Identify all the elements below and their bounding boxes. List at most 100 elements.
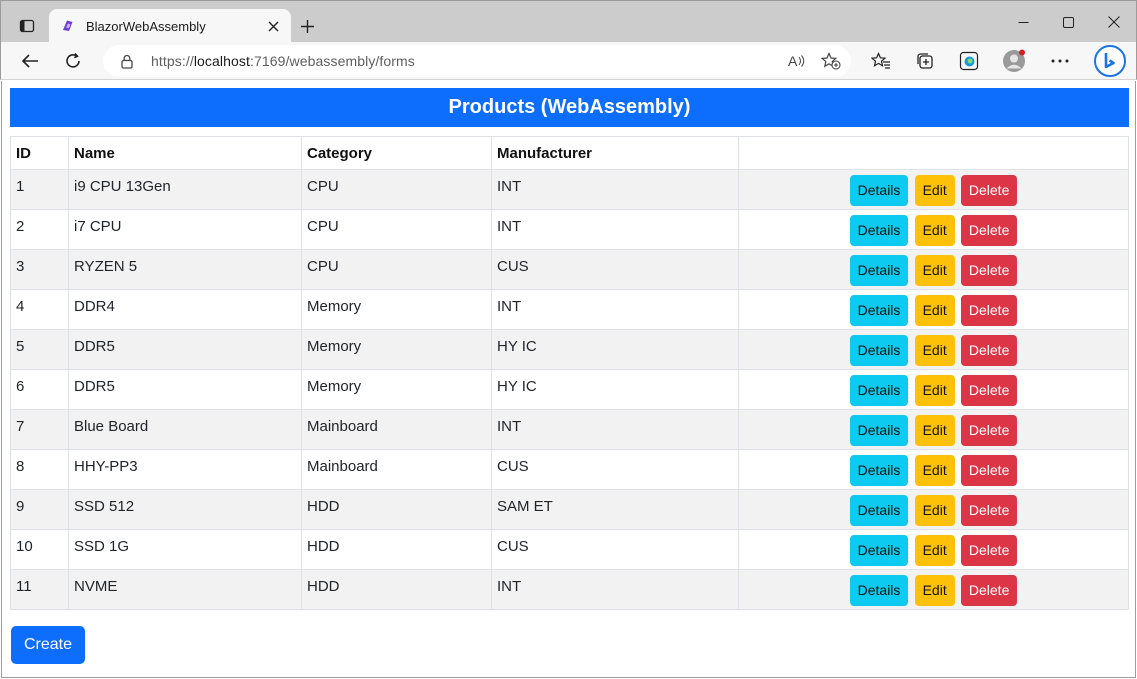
details-button[interactable]: Details [849,415,909,446]
url-text[interactable]: https://localhost:7169/webassembly/forms [151,53,783,69]
product-name: HHY-PP3 [68,449,302,490]
table-row: 8 HHY-PP3 Mainboard CUS Details Edit Delete [10,449,1129,490]
window-close-icon[interactable] [1091,5,1137,39]
delete-button[interactable]: Delete [960,575,1018,606]
address-bar[interactable]: https://localhost:7169/webassembly/forms… [103,45,851,77]
product-manufacturer: HY IC [491,329,739,370]
product-category: CPU [301,249,492,290]
collections-icon[interactable] [910,46,940,76]
product-id: 4 [10,289,69,330]
product-manufacturer: INT [491,169,739,210]
profile-icon[interactable] [999,46,1029,76]
close-icon[interactable] [259,12,287,40]
edit-button[interactable]: Edit [914,375,955,406]
edge-icon[interactable] [954,46,984,76]
edit-button[interactable]: Edit [914,575,955,606]
details-button[interactable]: Details [849,455,909,486]
maximize-icon[interactable] [1045,5,1091,39]
create-button[interactable]: Create [11,626,86,664]
product-manufacturer: HY IC [491,369,739,410]
column-header-category: Category [301,136,492,170]
product-category: Mainboard [301,409,492,450]
delete-button[interactable]: Delete [960,535,1018,566]
product-id: 1 [10,169,69,210]
edit-button[interactable]: Edit [914,175,955,206]
delete-button[interactable]: Delete [960,295,1018,326]
edit-button[interactable]: Edit [914,535,955,566]
edit-button[interactable]: Edit [914,495,955,526]
product-category: Memory [301,369,492,410]
product-actions: Details Edit Delete [738,329,1129,370]
edit-button[interactable]: Edit [914,255,955,286]
product-actions: Details Edit Delete [738,409,1129,450]
product-actions: Details Edit Delete [738,169,1129,210]
details-button[interactable]: Details [849,295,909,326]
back-icon[interactable] [15,46,45,76]
product-id: 9 [10,489,69,530]
delete-button[interactable]: Delete [960,415,1018,446]
delete-button[interactable]: Delete [960,495,1018,526]
tab-actions-icon[interactable] [10,10,44,42]
page-content: Products (WebAssembly) ID Name Category … [1,81,1136,678]
browser-tab[interactable]: BlazorWebAssembly [49,9,291,43]
product-name: NVME [68,569,302,610]
product-id: 2 [10,209,69,250]
table-row: 11 NVME HDD INT Details Edit Delete [10,569,1129,610]
product-category: HDD [301,569,492,610]
delete-button[interactable]: Delete [960,215,1018,246]
product-category: Memory [301,329,492,370]
more-icon[interactable] [1045,46,1075,76]
details-button[interactable]: Details [849,575,909,606]
favorites-icon[interactable] [866,46,896,76]
details-button[interactable]: Details [849,215,909,246]
page-title: Products (WebAssembly) [448,96,691,118]
products-table: ID Name Category Manufacturer 1 i9 CPU 13… [10,136,1129,610]
delete-button[interactable]: Delete [960,255,1018,286]
edit-button[interactable]: Edit [914,215,955,246]
delete-button[interactable]: Delete [960,335,1018,366]
table-row: 7 Blue Board Mainboard INT Details Edit Dele… [10,409,1129,450]
product-manufacturer: INT [491,289,739,330]
product-actions: Details Edit Delete [738,209,1129,250]
svg-text:A: A [788,53,798,69]
product-manufacturer: CUS [491,249,739,290]
product-id: 7 [10,409,69,450]
product-manufacturer: INT [491,569,739,610]
product-actions: Details Edit Delete [738,569,1129,610]
product-id: 3 [10,249,69,290]
product-name: RYZEN 5 [68,249,302,290]
product-id: 11 [10,569,69,610]
details-button[interactable]: Details [849,335,909,366]
product-name: SSD 512 [68,489,302,530]
details-button[interactable]: Details [849,375,909,406]
lock-icon[interactable] [120,53,134,69]
bing-icon[interactable] [1093,44,1127,78]
edit-button[interactable]: Edit [914,455,955,486]
edit-button[interactable]: Edit [914,335,955,366]
edit-button[interactable]: Edit [914,295,955,326]
details-button[interactable]: Details [849,495,909,526]
minimize-icon[interactable] [1000,5,1046,39]
table-body: 1 i9 CPU 13Gen CPU INT Details Edit Delete 2 i… [10,169,1129,610]
plus-icon[interactable] [294,13,320,39]
table-header-row: ID Name Category Manufacturer [10,136,1129,170]
product-id: 8 [10,449,69,490]
delete-button[interactable]: Delete [960,175,1018,206]
refresh-icon[interactable] [58,46,88,76]
product-manufacturer: INT [491,209,739,250]
edit-button[interactable]: Edit [914,415,955,446]
product-actions: Details Edit Delete [738,529,1129,570]
product-name: DDR4 [68,289,302,330]
add-favorite-icon[interactable] [817,47,845,75]
details-button[interactable]: Details [849,175,909,206]
column-header-id: ID [10,136,69,170]
product-name: Blue Board [68,409,302,450]
table-row: 6 DDR5 Memory HY IC Details Edit Delete [10,369,1129,410]
table-row: 1 i9 CPU 13Gen CPU INT Details Edit Delete [10,169,1129,210]
details-button[interactable]: Details [849,535,909,566]
column-header-manufacturer: Manufacturer [491,136,739,170]
delete-button[interactable]: Delete [960,455,1018,486]
read-aloud-icon[interactable]: A [783,47,811,75]
details-button[interactable]: Details [849,255,909,286]
delete-button[interactable]: Delete [960,375,1018,406]
